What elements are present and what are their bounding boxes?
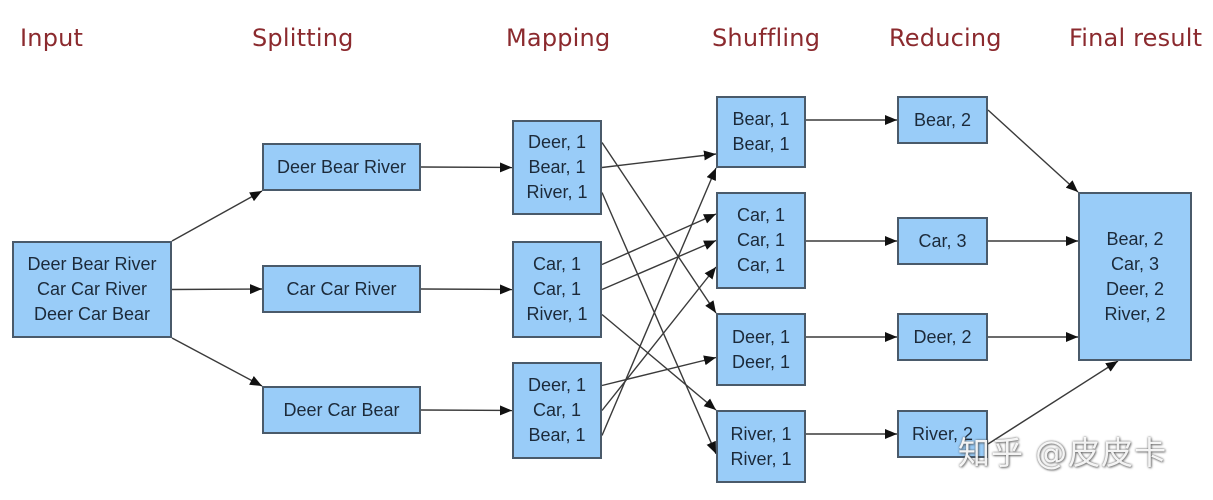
node-line: Car, 1	[532, 279, 582, 299]
node-line: River, 1	[526, 182, 588, 202]
stage-title-shuffling: Shuffling	[712, 24, 821, 52]
shuffling-node: Car, 1 Car, 1 Car, 1	[716, 192, 806, 289]
node-line: Car Car River	[286, 278, 397, 299]
stage-title-final-result: Final result	[1069, 24, 1203, 52]
mapping-node: Car, 1 Car, 1 River, 1	[512, 241, 602, 338]
edge-arrow	[987, 109, 1079, 193]
stage-title-mapping: Mapping	[506, 24, 611, 52]
reducing-node: Car, 3	[897, 217, 988, 265]
mapping-node: Deer, 1 Bear, 1 River, 1	[512, 120, 602, 215]
node-line: Deer, 1	[731, 351, 791, 372]
node-line: Bear, 1	[732, 134, 790, 154]
input-node: Deer Bear River Car Car River Deer Car Bea…	[12, 241, 172, 338]
node-line: Car, 1	[736, 255, 786, 275]
splitting-node: Deer Bear River	[262, 143, 421, 191]
stage-title-splitting: Splitting	[252, 24, 354, 52]
edge-layer	[171, 109, 1119, 455]
edge-arrow	[420, 162, 513, 173]
splitting-node: Car Car River	[262, 265, 421, 313]
node-line: Car, 1	[736, 205, 786, 225]
splitting-node: Deer Car Bear	[262, 386, 421, 434]
node-line: Bear, 1	[528, 425, 586, 445]
edge-arrow	[601, 213, 717, 266]
edge-arrow	[601, 192, 717, 455]
shuffling-node: River, 1 River, 1	[716, 410, 806, 483]
node-line: River, 1	[526, 304, 588, 324]
node-line: Car Car River	[36, 279, 147, 299]
edge-arrow	[601, 239, 717, 291]
shuffling-node: Deer, 1 Deer, 1	[716, 313, 806, 386]
shuffling-node: Bear, 1 Bear, 1	[716, 96, 806, 168]
node-line: River, 2	[1104, 303, 1166, 324]
edge-arrow	[420, 284, 513, 295]
edge-arrow	[171, 190, 263, 242]
node-line: Car, 3	[1110, 253, 1160, 274]
stage-title-reducing: Reducing	[889, 24, 1002, 52]
node-line: Deer, 1	[731, 326, 791, 347]
node-line: Deer, 1	[527, 375, 587, 395]
node-line: Car, 1	[532, 254, 582, 274]
node-line: Car, 3	[918, 230, 967, 251]
node-line: Deer Bear River	[276, 156, 407, 177]
node-line: Bear, 1	[528, 157, 586, 177]
edge-arrow	[171, 337, 263, 387]
edge-arrow	[171, 284, 263, 295]
edge-arrow	[601, 266, 717, 411]
mapping-node: Deer, 1 Car, 1 Bear, 1	[512, 362, 602, 459]
mapreduce-diagram: Input Splitting Mapping Shuffling Reduci…	[0, 0, 1213, 500]
stage-title-input: Input	[20, 24, 84, 52]
node-line: Deer, 1	[527, 132, 587, 152]
edge-arrow	[601, 150, 717, 169]
node-line: Deer Car Bear	[283, 399, 400, 420]
reducing-node: Bear, 2	[897, 96, 988, 144]
edge-arrow	[420, 405, 513, 416]
node-line: Deer Car Bear	[33, 304, 151, 324]
watermark: 知乎 @皮皮卡	[958, 434, 1168, 472]
node-line: Bear, 2	[913, 109, 972, 130]
node-line: Deer Bear River	[27, 254, 157, 274]
node-line: Bear, 2	[1106, 228, 1164, 249]
node-line: Deer, 2	[1105, 278, 1165, 299]
reducing-node: Deer, 2	[897, 313, 988, 361]
node-line: Deer, 2	[913, 326, 972, 347]
node-line: River, 1	[730, 423, 792, 444]
node-line: Car, 1	[736, 230, 786, 250]
node-line: Car, 1	[532, 400, 582, 420]
node-line: River, 1	[730, 448, 792, 469]
node-line: Bear, 1	[732, 109, 790, 129]
final-node: Bear, 2 Car, 3 Deer, 2 River, 2	[1078, 192, 1192, 361]
